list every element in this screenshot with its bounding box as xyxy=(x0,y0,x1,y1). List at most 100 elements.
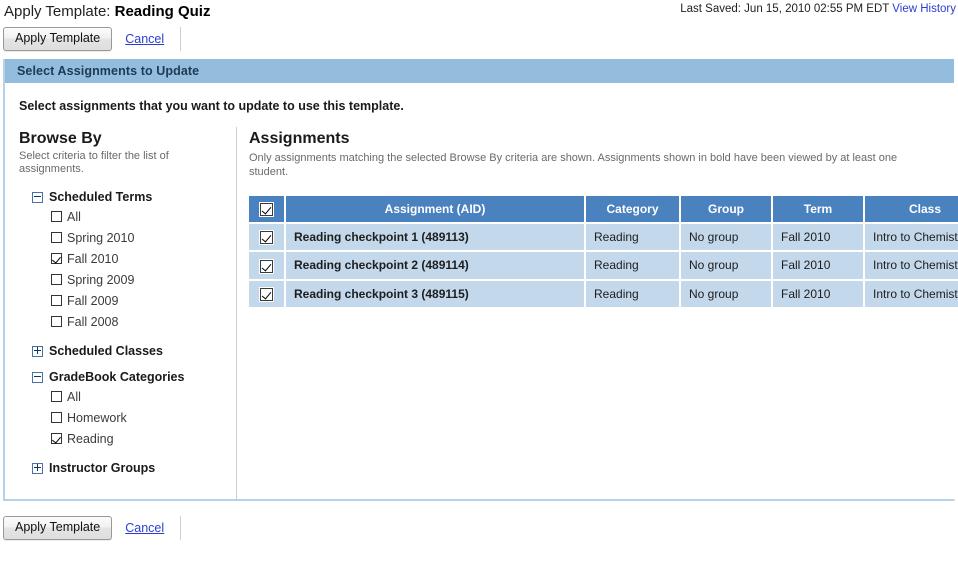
cell-assignment-name: Reading checkpoint 1 (489113) xyxy=(285,223,585,251)
tree-item-all[interactable]: All xyxy=(19,206,236,227)
tree-item-label: Homework xyxy=(67,411,127,425)
checkbox-row-2[interactable] xyxy=(260,260,273,273)
browse-by-title: Browse By xyxy=(19,129,236,148)
panel-intro-text: Select assignments that you want to upda… xyxy=(5,83,954,127)
row-select-cell[interactable] xyxy=(249,251,285,279)
plus-box-icon[interactable] xyxy=(32,463,43,474)
top-bar: Apply Template: Reading Quiz Last Saved:… xyxy=(0,0,958,24)
column-header-group[interactable]: Group xyxy=(680,196,772,223)
panel-columns: Browse By Select criteria to filter the … xyxy=(5,127,954,499)
panel-header-title: Select Assignments to Update xyxy=(5,59,954,83)
checkbox-terms-fall-2008[interactable] xyxy=(51,316,62,327)
browse-by-subtitle: Select criteria to filter the list of as… xyxy=(19,150,194,176)
tree-item-label: All xyxy=(67,210,81,224)
assignments-table: Assignment (AID) Category Group Term Cla… xyxy=(249,196,958,307)
column-header-assignment[interactable]: Assignment (AID) xyxy=(285,196,585,223)
tree-head-label-scheduled-terms: Scheduled Terms xyxy=(49,190,152,204)
cell-group: No group xyxy=(680,280,772,307)
select-all-header[interactable] xyxy=(249,196,285,223)
apply-template-button-bottom[interactable]: Apply Template xyxy=(3,516,112,540)
cell-category: Reading xyxy=(585,223,680,251)
view-history-link[interactable]: View History xyxy=(892,3,956,15)
cell-category: Reading xyxy=(585,251,680,279)
tree-head-label-scheduled-classes: Scheduled Classes xyxy=(49,344,163,358)
assignments-table-head: Assignment (AID) Category Group Term Cla… xyxy=(249,196,958,223)
column-header-category[interactable]: Category xyxy=(585,196,680,223)
last-saved-text: Last Saved: Jun 15, 2010 02:55 PM EDT xyxy=(680,3,889,15)
browse-by-sidebar: Browse By Select criteria to filter the … xyxy=(5,127,237,499)
cancel-link-top[interactable]: Cancel xyxy=(125,32,164,46)
tree-item-label: Fall 2008 xyxy=(67,315,118,329)
checkbox-cat-homework[interactable] xyxy=(51,412,62,423)
assignments-table-body: Reading checkpoint 1 (489113) Reading No… xyxy=(249,223,958,307)
tree-head-instructor-groups[interactable]: Instructor Groups xyxy=(19,461,236,475)
checkbox-terms-all[interactable] xyxy=(51,211,62,222)
tree-item-spring-2009[interactable]: Spring 2009 xyxy=(19,269,236,290)
checkbox-terms-fall-2010[interactable] xyxy=(51,253,62,264)
cell-assignment-name: Reading checkpoint 3 (489115) xyxy=(285,280,585,307)
assignments-table-wrap: Assignment (AID) Category Group Term Cla… xyxy=(249,196,958,307)
tree-group-scheduled-terms: Scheduled Terms All Spring 2010 xyxy=(19,190,236,332)
tree-items-scheduled-terms: All Spring 2010 Fall 2010 xyxy=(19,206,236,332)
last-saved-info: Last Saved: Jun 15, 2010 02:55 PM EDTVie… xyxy=(680,3,956,15)
cell-class: Intro to Chemistry xyxy=(864,251,958,279)
checkbox-terms-fall-2009[interactable] xyxy=(51,295,62,306)
top-action-bar: Apply Template Cancel xyxy=(0,24,958,54)
plus-box-icon[interactable] xyxy=(32,346,43,357)
footer-divider xyxy=(180,516,181,540)
cancel-link-bottom[interactable]: Cancel xyxy=(125,521,164,535)
tree-head-label-gradebook-categories: GradeBook Categories xyxy=(49,370,184,384)
column-header-term[interactable]: Term xyxy=(772,196,864,223)
minus-box-icon[interactable] xyxy=(32,192,43,203)
tree-group-instructor-groups: Instructor Groups xyxy=(19,461,236,475)
minus-box-icon[interactable] xyxy=(32,372,43,383)
checkbox-terms-spring-2010[interactable] xyxy=(51,232,62,243)
row-select-cell[interactable] xyxy=(249,223,285,251)
cell-class: Intro to Chemistry xyxy=(864,280,958,307)
tree-items-gradebook-categories: All Homework Reading xyxy=(19,386,236,449)
row-select-cell[interactable] xyxy=(249,280,285,307)
assignments-section: Assignments Only assignments matching th… xyxy=(237,127,958,499)
tree-item-label: Spring 2010 xyxy=(67,231,134,245)
checkbox-cat-reading[interactable] xyxy=(51,433,62,444)
tree-item-label: Fall 2010 xyxy=(67,252,118,266)
tree-head-scheduled-terms[interactable]: Scheduled Terms xyxy=(19,190,236,204)
tree-head-label-instructor-groups: Instructor Groups xyxy=(49,461,155,475)
tree-item-fall-2008[interactable]: Fall 2008 xyxy=(19,311,236,332)
tree-item-label: Fall 2009 xyxy=(67,294,118,308)
table-row: Reading checkpoint 1 (489113) Reading No… xyxy=(249,223,958,251)
tree-item-label: All xyxy=(67,390,81,404)
cell-term: Fall 2010 xyxy=(772,280,864,307)
page-title-prefix: Apply Template: xyxy=(4,3,110,20)
checkbox-row-3[interactable] xyxy=(260,288,273,301)
column-header-class[interactable]: Class xyxy=(864,196,958,223)
tree-head-gradebook-categories[interactable]: GradeBook Categories xyxy=(19,370,236,384)
tree-item-fall-2010[interactable]: Fall 2010 xyxy=(19,248,236,269)
checkbox-select-all[interactable] xyxy=(260,203,273,216)
checkbox-cat-all[interactable] xyxy=(51,391,62,402)
tree-item-label: Reading xyxy=(67,432,114,446)
cell-term: Fall 2010 xyxy=(772,251,864,279)
cell-term: Fall 2010 xyxy=(772,223,864,251)
tree-item-cat-reading[interactable]: Reading xyxy=(19,428,236,449)
bottom-action-bar: Apply Template Cancel xyxy=(0,513,958,543)
table-row: Reading checkpoint 2 (489114) Reading No… xyxy=(249,251,958,279)
tree-item-fall-2009[interactable]: Fall 2009 xyxy=(19,290,236,311)
tree-item-spring-2010[interactable]: Spring 2010 xyxy=(19,227,236,248)
tree-head-scheduled-classes[interactable]: Scheduled Classes xyxy=(19,344,236,358)
toolbar-divider xyxy=(180,27,181,51)
tree-group-gradebook-categories: GradeBook Categories All Homework xyxy=(19,370,236,449)
checkbox-row-1[interactable] xyxy=(260,231,273,244)
assignments-subtitle: Only assignments matching the selected B… xyxy=(249,151,914,179)
table-header-row: Assignment (AID) Category Group Term Cla… xyxy=(249,196,958,223)
apply-template-button-top[interactable]: Apply Template xyxy=(3,27,112,51)
checkbox-terms-spring-2009[interactable] xyxy=(51,274,62,285)
table-row: Reading checkpoint 3 (489115) Reading No… xyxy=(249,280,958,307)
cell-group: No group xyxy=(680,223,772,251)
cell-category: Reading xyxy=(585,280,680,307)
tree-item-cat-all[interactable]: All xyxy=(19,386,236,407)
select-assignments-panel: Select Assignments to Update Select assi… xyxy=(3,59,955,501)
tree-item-cat-homework[interactable]: Homework xyxy=(19,407,236,428)
panel-body: Select assignments that you want to upda… xyxy=(5,83,954,499)
cell-group: No group xyxy=(680,251,772,279)
